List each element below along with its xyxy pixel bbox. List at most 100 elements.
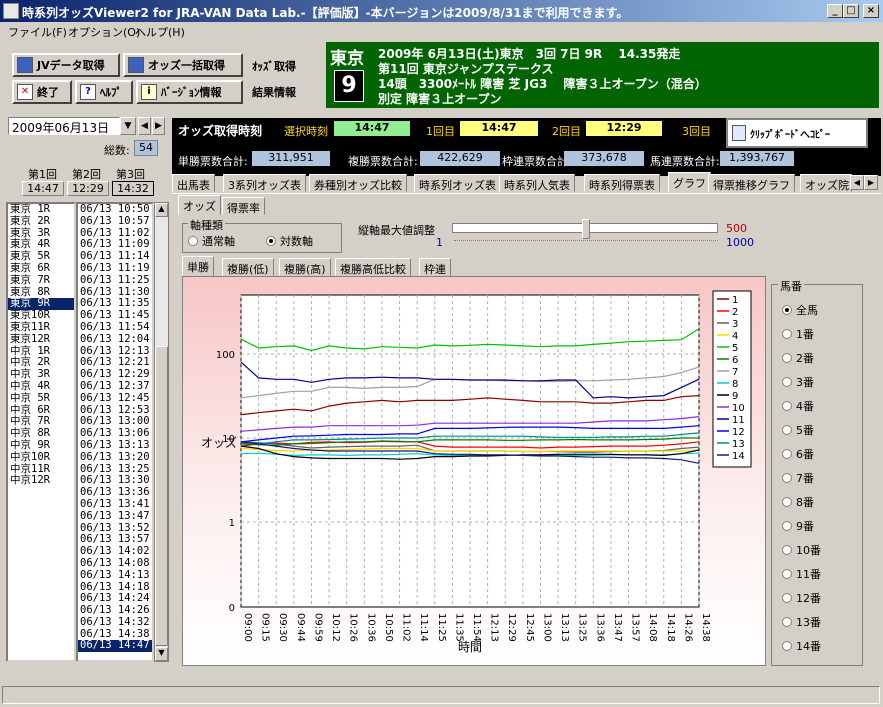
subtab-vote-rate[interactable]: 得票率 — [222, 197, 265, 215]
version-button[interactable]: i ﾊﾞｰｼﾞｮﾝ情報 — [136, 80, 243, 104]
radio-dot — [782, 473, 792, 483]
time-list-item[interactable]: 06/13 11:25 — [78, 274, 152, 287]
close-button[interactable]: × — [863, 4, 879, 18]
time-list-item[interactable]: 06/13 12:04 — [78, 333, 152, 346]
radio-horse-4[interactable]: 4番 — [782, 398, 814, 414]
round3-button[interactable]: 14:32 — [112, 181, 154, 196]
bettab-tan[interactable]: 単勝 — [182, 256, 214, 276]
radio-horse-2[interactable]: 2番 — [782, 350, 814, 366]
time-list-item[interactable]: 06/13 13:41 — [78, 498, 152, 511]
radio-log-axis[interactable]: 対数軸 — [266, 233, 313, 249]
round1-button[interactable]: 14:47 — [22, 181, 64, 196]
time-list-item[interactable]: 06/13 14:47 — [78, 640, 152, 653]
odds-get-label[interactable]: ｵｯｽﾞ取得 — [252, 58, 296, 74]
time-list[interactable]: 06/13 10:50 06/13 10:57 06/13 11:02 06/13 1… — [76, 202, 154, 662]
bettab-waku[interactable]: 枠連 — [419, 258, 451, 276]
time-list-item[interactable]: 06/13 13:13 — [78, 439, 152, 452]
time-list-item[interactable]: 06/13 12:45 — [78, 392, 152, 405]
radio-horse-1[interactable]: 1番 — [782, 326, 814, 342]
date-dropdown-button[interactable]: ▼ — [120, 117, 136, 135]
race-list-item[interactable]: 東京11R — [8, 321, 74, 334]
time-list-item[interactable]: 06/13 13:20 — [78, 451, 152, 464]
time-list-item[interactable]: 06/13 12:37 — [78, 380, 152, 393]
time-list-item[interactable]: 06/13 13:47 — [78, 510, 152, 523]
vmax-slider-thumb[interactable] — [582, 219, 590, 239]
race-list-item[interactable]: 中京10R — [8, 451, 74, 464]
time-list-item[interactable]: 06/13 11:54 — [78, 321, 152, 334]
race-list-item[interactable]: 中京 5R — [8, 392, 74, 405]
radio-dot — [782, 521, 792, 531]
race-list[interactable]: 東京 1R 東京 2R 東京 3R 東京 4R 東京 5R 東京 6R 東京 7R 東京 8R… — [6, 202, 76, 662]
radio-horse-12[interactable]: 12番 — [782, 590, 821, 606]
radio-horse-6[interactable]: 6番 — [782, 446, 814, 462]
result-label[interactable]: 結果情報 — [252, 84, 296, 100]
total-count: 54 — [134, 140, 158, 156]
odds-bulk-button[interactable]: オッズ一括取得 — [123, 53, 243, 77]
y-tick-label: 0 — [229, 603, 235, 614]
scroll-thumb[interactable] — [155, 346, 168, 646]
radio-horse-7[interactable]: 7番 — [782, 470, 814, 486]
tab-3series[interactable]: 3系列オッズ表 — [223, 174, 306, 192]
radio-horse-11[interactable]: 11番 — [782, 566, 821, 582]
race-list-item[interactable]: 東京 2R — [8, 215, 74, 228]
time-list-item[interactable]: 06/13 11:19 — [78, 262, 152, 275]
maximize-button[interactable]: □ — [843, 4, 859, 18]
x-tick-label: 14:38 — [700, 613, 711, 642]
time-list-item[interactable]: 06/13 14:32 — [78, 616, 152, 629]
bettab-fuku-low[interactable]: 複勝(低) — [222, 258, 274, 276]
tab-odds-more[interactable]: オッズ院 — [800, 174, 852, 192]
round2-button[interactable]: 12:29 — [67, 181, 109, 196]
close-icon: ✕ — [17, 84, 33, 100]
tab-timeseries-votes[interactable]: 時系列得票表 — [584, 174, 660, 192]
race-list-item[interactable]: 東京 6R — [8, 262, 74, 275]
jv-data-button[interactable]: JVデータ取得 — [12, 53, 120, 77]
round2-label: 第2回 — [72, 168, 101, 181]
time-list-scrollbar[interactable]: ▲ ▼ — [154, 202, 169, 662]
tab-vote-trend-graph[interactable]: 得票推移グラフ — [708, 174, 795, 192]
time-list-item[interactable]: 06/13 14:13 — [78, 569, 152, 582]
tab-type-compare[interactable]: 券種別オッズ比較 — [309, 174, 407, 192]
bettab-fuku-compare[interactable]: 複勝高低比較 — [335, 258, 411, 276]
scroll-up-button[interactable]: ▲ — [155, 203, 168, 217]
tab-scroll-right[interactable]: ▶ — [864, 175, 878, 190]
radio-horse-8[interactable]: 8番 — [782, 494, 814, 510]
race-list-item[interactable]: 東京12R — [8, 333, 74, 346]
time-list-item[interactable]: 06/13 14:08 — [78, 557, 152, 570]
radio-horse-10[interactable]: 10番 — [782, 542, 821, 558]
x-axis-title: 時間 — [458, 640, 482, 654]
date-prev-button[interactable]: ◀ — [138, 117, 151, 135]
time-list-item[interactable]: 06/13 10:57 — [78, 215, 152, 228]
radio-normal-axis[interactable]: 通常軸 — [188, 233, 235, 249]
tab-graph[interactable]: グラフ — [668, 172, 711, 192]
radio-horse-13[interactable]: 13番 — [782, 614, 821, 630]
subtab-odds[interactable]: オッズ — [178, 195, 221, 215]
race-list-item[interactable]: 中京12R — [8, 475, 74, 487]
menu-help[interactable]: ヘルプ(H) — [135, 24, 185, 40]
radio-horse-3[interactable]: 3番 — [782, 374, 814, 390]
bettab-fuku-high[interactable]: 複勝(高) — [279, 258, 331, 276]
scroll-down-button[interactable]: ▼ — [155, 647, 168, 661]
legend-label: 9 — [732, 391, 738, 402]
end-button[interactable]: ✕ 終了 — [12, 80, 72, 104]
race-list-item[interactable]: 中京 4R — [8, 380, 74, 393]
x-tick-label: 11:25 — [436, 613, 447, 642]
minimize-button[interactable]: _ — [827, 4, 843, 18]
help-button[interactable]: ? ﾍﾙﾌﾟ — [75, 80, 133, 104]
tab-scroll-left[interactable]: ◀ — [850, 175, 864, 190]
tab-shutsuba[interactable]: 出馬表 — [172, 174, 215, 192]
x-tick-label: 12:29 — [506, 613, 517, 642]
radio-horse-14[interactable]: 14番 — [782, 638, 821, 654]
menu-file[interactable]: ファイル(F) — [8, 24, 67, 40]
race-list-item[interactable]: 東京 7R — [8, 274, 74, 287]
radio-horse-5[interactable]: 5番 — [782, 422, 814, 438]
menu-option[interactable]: オプション(O) — [68, 24, 140, 40]
total-label: 総数: — [104, 144, 130, 157]
tab-timeseries-popularity[interactable]: 時系列人気表 — [499, 174, 575, 192]
clipboard-copy-button[interactable]: ｸﾘｯﾌﾟﾎﾞｰﾄﾞへｺﾋﾟｰ — [726, 118, 868, 148]
date-field[interactable]: 2009年06月13日 — [8, 117, 120, 135]
date-next-button[interactable]: ▶ — [152, 117, 165, 135]
race-list-item[interactable]: 中京 9R — [8, 439, 74, 452]
radio-horse-9[interactable]: 9番 — [782, 518, 814, 534]
radio-horse-0[interactable]: 全馬 — [782, 302, 818, 318]
tab-timeseries-odds[interactable]: 時系列オッズ表 — [414, 174, 501, 192]
